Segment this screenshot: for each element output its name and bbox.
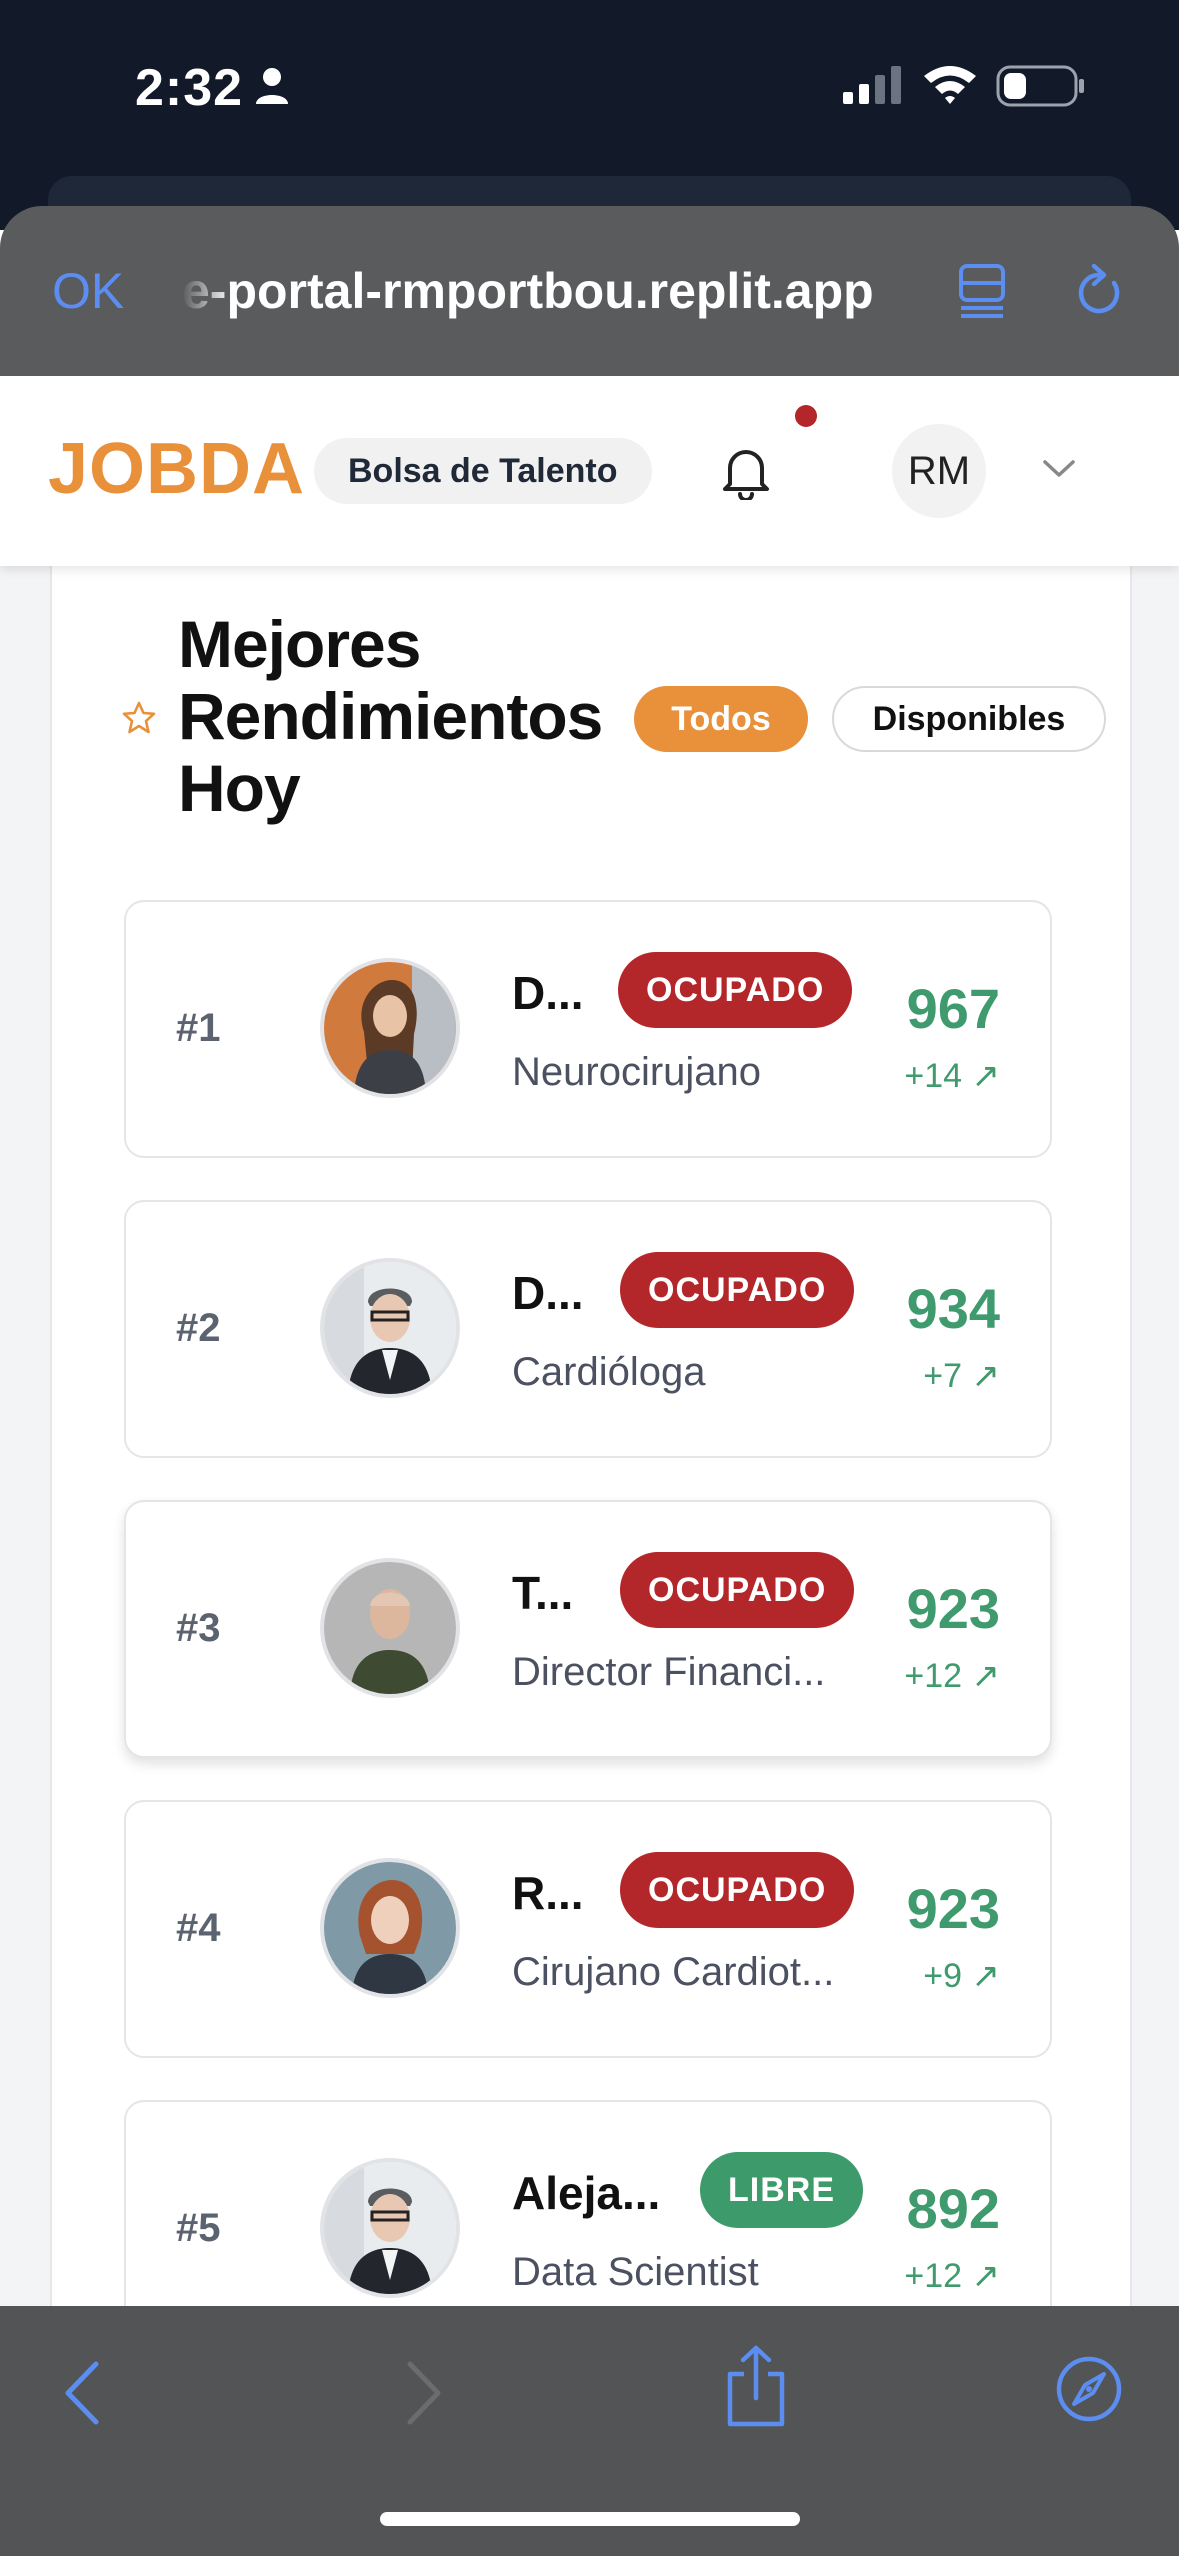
compass-icon[interactable]: [1054, 2354, 1124, 2424]
reload-icon[interactable]: [1074, 263, 1124, 319]
candidate-role: Neurocirujano: [512, 1050, 762, 1094]
candidate-avatar: [320, 1858, 460, 1998]
score-delta-value: +14: [904, 1057, 963, 1095]
section-title-line: Hoy: [178, 751, 301, 825]
candidate-name: Aleja...: [512, 2167, 661, 2219]
status-badge: OCUPADO: [620, 1852, 855, 1928]
rank-number: #5: [176, 2206, 221, 2250]
score-delta: +14 ↗: [904, 1056, 1000, 1096]
candidate-name: D...: [512, 1267, 584, 1319]
url-field[interactable]: e-portal-rmportbou.replit.app: [182, 262, 902, 320]
score-delta: +12 ↗: [904, 1656, 1000, 1696]
rank-number: #3: [176, 1606, 221, 1650]
trend-up-icon: ↗: [971, 1957, 1001, 1995]
candidate-avatar: [320, 1558, 460, 1698]
bell-icon[interactable]: [720, 444, 772, 500]
battery-icon: [996, 65, 1084, 107]
app-header: JOBDA Bolsa de Talento RM: [0, 376, 1179, 566]
candidate-card[interactable]: #1 D... OCUPADO Neurocirujano 967 +14 ↗: [124, 900, 1052, 1158]
trend-up-icon: ↗: [971, 1057, 1001, 1095]
candidate-name: R...: [512, 1867, 584, 1919]
trend-up-icon: ↗: [971, 1657, 1001, 1695]
score-delta: +12 ↗: [904, 2256, 1000, 2296]
done-button[interactable]: OK: [52, 262, 124, 320]
section-title-line: Mejores: [178, 607, 421, 681]
score-delta: +7 ↗: [923, 1356, 1000, 1396]
status-badge: OCUPADO: [620, 1552, 855, 1628]
candidate-score: 934: [906, 1277, 1000, 1340]
signal-icon: [843, 66, 901, 104]
candidate-avatar: [320, 1258, 460, 1398]
forward-arrow-icon[interactable]: [404, 2360, 444, 2426]
candidate-card[interactable]: #3 T... OCUPADO Director Financi... 923 …: [124, 1500, 1052, 1758]
home-indicator[interactable]: [380, 2512, 800, 2526]
rank-number: #4: [176, 1906, 221, 1950]
candidate-name: T...: [512, 1567, 574, 1619]
candidate-score: 967: [906, 977, 1000, 1040]
candidate-score: 923: [906, 1577, 1000, 1640]
score-delta-value: +12: [904, 1657, 963, 1695]
filter-todos-button[interactable]: Todos: [634, 686, 808, 752]
brand-logo[interactable]: JOBDA: [48, 428, 305, 510]
candidate-avatar: [320, 2158, 460, 2298]
filter-disponibles-button[interactable]: Disponibles: [832, 686, 1106, 752]
status-badge: LIBRE: [700, 2152, 863, 2228]
candidate-card[interactable]: #5 Aleja... LIBRE Data Scientist 892 +12…: [124, 2100, 1052, 2306]
url-fade: [182, 250, 232, 330]
candidate-card[interactable]: #4 R... OCUPADO Cirujano Cardiot... 923 …: [124, 1800, 1052, 2058]
section-title-line: Rendimientos: [178, 679, 603, 753]
rank-number: #2: [176, 1306, 221, 1350]
candidate-avatar: [320, 958, 460, 1098]
person-icon: [256, 68, 288, 104]
status-badge: OCUPADO: [618, 952, 853, 1028]
candidate-score: 923: [906, 1877, 1000, 1940]
candidate-name: D...: [512, 967, 584, 1019]
candidate-role: Cardióloga: [512, 1350, 706, 1394]
web-content: JOBDA Bolsa de Talento RM Mejores Rendim…: [0, 376, 1179, 2306]
score-delta-value: +12: [904, 2257, 963, 2295]
chevron-down-icon[interactable]: [1042, 458, 1076, 480]
candidate-role: Director Financi...: [512, 1650, 826, 1694]
trend-up-icon: ↗: [971, 1357, 1001, 1395]
candidate-role: Cirujano Cardiot...: [512, 1950, 835, 1994]
status-time: 2:32: [135, 59, 244, 117]
notification-dot: [795, 405, 817, 427]
score-delta-value: +9: [923, 1957, 963, 1995]
user-avatar[interactable]: RM: [892, 424, 986, 518]
score-delta: +9 ↗: [923, 1956, 1000, 1996]
score-delta-value: +7: [923, 1357, 963, 1395]
star-icon: [122, 701, 156, 734]
share-icon[interactable]: [724, 2344, 788, 2428]
back-arrow-icon[interactable]: [62, 2360, 102, 2426]
section-title: Mejores Rendimientos Hoy: [178, 608, 638, 824]
trend-up-icon: ↗: [971, 2257, 1001, 2295]
section-badge: Bolsa de Talento: [314, 438, 652, 504]
wifi-icon: [924, 66, 976, 104]
reader-mode-icon[interactable]: [958, 263, 1006, 319]
rank-number: #1: [176, 1006, 221, 1050]
candidate-role: Data Scientist: [512, 2250, 759, 2294]
candidate-card[interactable]: #2 D... OCUPADO Cardióloga 934 +7 ↗: [124, 1200, 1052, 1458]
candidate-score: 892: [906, 2177, 1000, 2240]
status-badge: OCUPADO: [620, 1252, 855, 1328]
